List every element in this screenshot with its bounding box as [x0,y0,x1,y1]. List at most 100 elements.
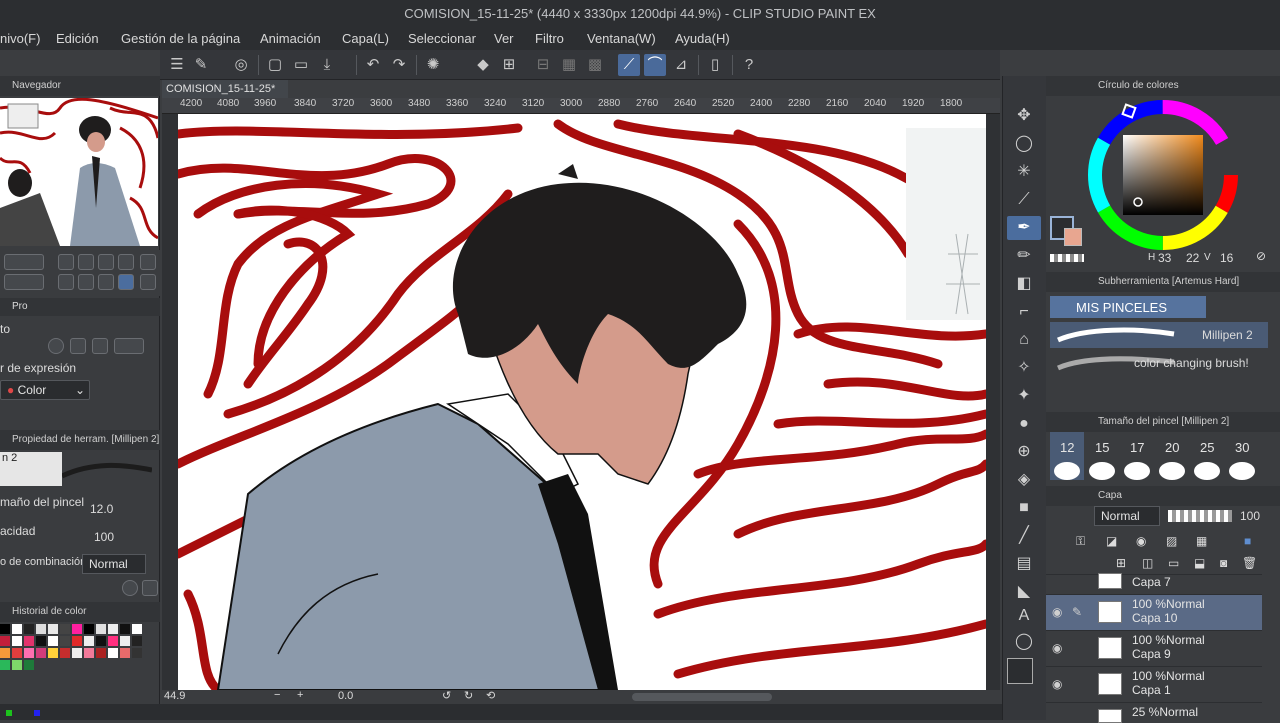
canvas-area[interactable] [162,114,1000,690]
decoration-tool-icon[interactable]: ✦ [1007,384,1041,408]
open-file-icon[interactable]: ▭ [290,54,312,76]
zoom-out-icon[interactable] [58,254,74,270]
clear-icon[interactable]: ▦ [558,54,580,76]
device-icon[interactable]: ▯ [704,54,726,76]
invert-selection-icon[interactable]: ▩ [584,54,606,76]
frame-tool-icon[interactable]: ▤ [1007,552,1041,576]
reset-rotation-icon[interactable] [98,274,114,290]
new-file-icon[interactable]: ▢ [264,54,286,76]
line-tool-icon[interactable]: ╱ [1007,524,1041,548]
draft-layer-icon[interactable]: ▨ [1166,534,1177,548]
fit-icon[interactable] [98,254,114,270]
new-vector-layer-icon[interactable]: ◫ [1142,556,1153,570]
new-raster-layer-icon[interactable]: ⊞ [1116,556,1126,570]
rotate-right-icon[interactable] [78,274,94,290]
rotate-right-icon[interactable]: ↻ [464,689,473,702]
eraser-tool-icon[interactable]: ◧ [1007,272,1041,296]
menu-edit[interactable]: Edición [56,31,99,46]
menu-animation[interactable]: Animación [260,31,321,46]
reference-layer-icon[interactable]: ◉ [1136,534,1146,548]
loading-icon[interactable]: ✺ [422,54,444,76]
navigator-preview[interactable] [0,98,158,246]
lasso-tool-icon[interactable]: ◯ [1007,132,1041,156]
layer-item[interactable]: Capa 7 [1046,573,1262,592]
brush-tool-icon[interactable]: ⌐ [1007,300,1041,324]
blend-tool-icon[interactable]: ✧ [1007,356,1041,380]
fit-window-icon[interactable] [140,254,156,270]
opacity-value[interactable]: 100 [94,530,114,544]
help-icon[interactable]: ? [738,54,760,76]
layer-opacity-value[interactable]: 100 [1240,509,1260,523]
color-mode-icon[interactable]: ⊘ [1256,249,1266,263]
grid-tool-icon[interactable]: ⊕ [1007,440,1041,464]
layer-color-icon[interactable]: ■ [1244,534,1251,548]
flip-vertical-icon[interactable] [140,274,156,290]
brush-item[interactable]: color changing brush! [1050,350,1268,376]
actual-size-icon[interactable] [118,254,134,270]
gradient-tool-icon[interactable]: ■ [1007,496,1041,520]
airbrush-tool-icon[interactable]: ⌂ [1007,328,1041,352]
special-ruler-snap-icon[interactable]: ⌒ [644,54,666,76]
fill-icon[interactable]: ◆ [472,54,494,76]
balloon-tool-icon[interactable]: ◯ [1007,630,1041,654]
rotate-slider[interactable] [4,274,44,290]
rotate-left-icon[interactable]: ↺ [442,689,451,702]
layer-clip-icon[interactable]: ◪ [1106,534,1117,548]
reset-rotation-icon[interactable]: ⟲ [486,689,495,702]
layer-opacity-slider[interactable] [1168,510,1232,522]
eyedropper-tool-icon[interactable]: ⟋ [1007,188,1041,212]
new-folder-icon[interactable]: ▭ [1168,556,1179,570]
horizontal-scrollbar[interactable] [632,693,772,701]
eye-icon[interactable]: ◉ [1052,677,1062,691]
redo-icon[interactable]: ↷ [388,54,410,76]
menu-help[interactable]: Ayuda(H) [675,31,730,46]
brush-item-selected[interactable]: Millipen 2 [1050,322,1268,348]
fill-tool-icon[interactable]: ◈ [1007,468,1041,492]
transparent-color-chip[interactable] [1050,254,1084,262]
menu-icon[interactable]: ☰ [166,54,188,76]
pencil-tool-icon[interactable]: ✏ [1007,244,1041,268]
menu-file[interactable]: nivo(F) [0,31,40,46]
menu-layer[interactable]: Capa(L) [342,31,389,46]
magic-wand-tool-icon[interactable]: ✳ [1007,160,1041,184]
zoom-in-icon[interactable]: + [297,689,303,701]
color-history-swatches[interactable] [0,624,150,680]
rotate-left-icon[interactable] [58,274,74,290]
antialias-weak-icon[interactable] [70,338,86,354]
menu-view[interactable]: Ver [494,31,514,46]
layer-item[interactable]: ◉ 100 %Normal Capa 9 [1046,630,1262,666]
eye-icon[interactable]: ◉ [1052,641,1062,655]
menu-page-management[interactable]: Gestión de la página [121,31,240,46]
sub-color-chip[interactable] [1064,228,1082,246]
menu-window[interactable]: Ventana(W) [587,31,656,46]
eye-icon[interactable]: ◉ [1052,605,1062,619]
save-icon[interactable]: ⤓ [316,54,338,76]
antialias-none-icon[interactable] [48,338,64,354]
main-color-swatch[interactable] [1007,658,1033,684]
blur-tool-icon[interactable]: ● [1007,412,1041,436]
mask-layer-icon[interactable]: ◙ [1220,556,1227,570]
antialias-medium-icon[interactable] [92,338,108,354]
blend-mode-select[interactable]: Normal [82,554,146,574]
subtool-group-tab[interactable]: MIS PINCELES [1050,296,1206,318]
rotation-value[interactable]: 0.0 [338,690,353,702]
mask-icon[interactable]: ▦ [1196,534,1207,548]
menu-select[interactable]: Seleccionar [408,31,476,46]
clip-studio-icon[interactable]: ◎ [230,54,252,76]
edit-icon[interactable]: ✎ [190,54,212,76]
tab-properties[interactable]: Pro [12,301,28,312]
wrench-icon[interactable] [142,580,158,596]
brush-size-option[interactable]: 20 [1165,440,1179,455]
color-wheel[interactable] [1086,98,1240,252]
brush-size-option[interactable]: 25 [1200,440,1214,455]
menu-filter[interactable]: Filtro [535,31,564,46]
antialias-strong-icon[interactable] [114,338,144,354]
transform-icon[interactable]: ⊞ [498,54,520,76]
flip-horizontal-icon[interactable] [118,274,134,290]
zoom-value[interactable]: 44.9 [164,690,185,702]
layer-lock-icon[interactable]: ⚿ [1076,534,1085,549]
ruler-snap-icon[interactable]: ⟋ [618,54,640,76]
zoom-out-icon[interactable]: − [274,689,280,701]
brush-size-option[interactable]: 17 [1130,440,1144,455]
ruler-tool-icon[interactable]: ◣ [1007,580,1041,604]
